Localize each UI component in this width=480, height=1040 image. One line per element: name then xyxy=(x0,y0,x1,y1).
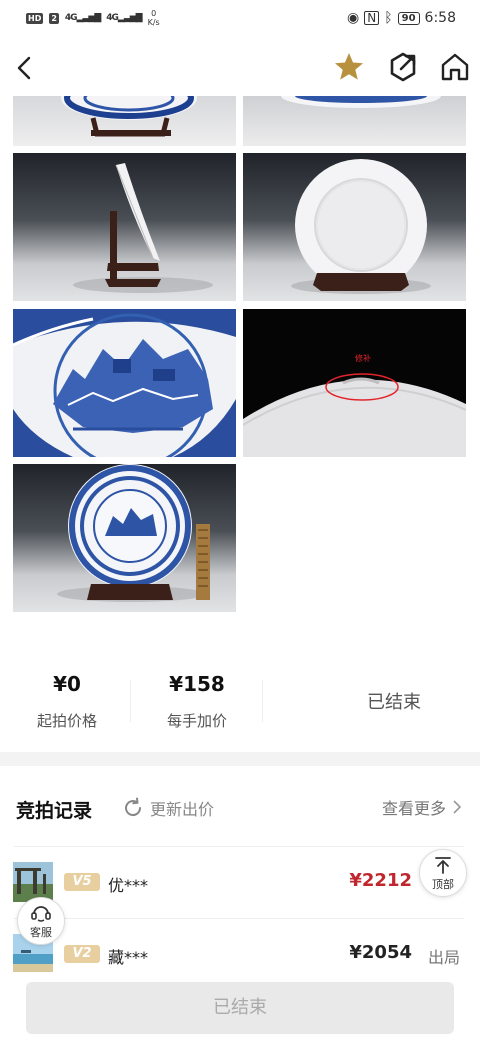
photo-plate-side[interactable] xyxy=(13,153,236,301)
start-price-label: 起拍价格 xyxy=(36,712,97,730)
status-bar: HD 2 4G▂▃▅▇ 4G▂▃▅▇ 0 K/s ◉ N ᛒ 90 6:58 xyxy=(0,0,480,36)
hd-badge: HD xyxy=(26,12,44,24)
chevron-left-icon[interactable] xyxy=(8,50,44,86)
photo-plate-center-detail[interactable] xyxy=(13,309,236,457)
net-speed-value: 0 xyxy=(151,9,157,18)
see-more-label: 查看更多 xyxy=(381,799,446,818)
bid-price: ¥2212 xyxy=(349,870,412,891)
headset-icon xyxy=(31,906,51,922)
back-to-top-label: 顶部 xyxy=(432,878,454,891)
bidder-name: 优*** xyxy=(108,876,149,895)
share-icon[interactable] xyxy=(386,50,420,84)
home-icon[interactable] xyxy=(438,50,472,84)
signal-icon-2: 4G▂▃▅▇ xyxy=(106,13,142,23)
start-price-value: ¥0 xyxy=(53,672,81,696)
auction-ended-button[interactable]: 已结束 xyxy=(26,982,454,1034)
start-price-block: ¥0 起拍价格 xyxy=(20,672,114,731)
see-more-link[interactable]: 查看更多 xyxy=(382,795,462,819)
divider xyxy=(14,846,464,847)
signal-label-2: 4G xyxy=(106,13,119,23)
sim-badge: 2 xyxy=(49,12,59,24)
net-speed: 0 K/s xyxy=(148,9,160,27)
bid-status: 出局 xyxy=(427,948,460,967)
refresh-bids-button[interactable]: 更新出价 xyxy=(122,796,214,820)
increment-label: 每手加价 xyxy=(166,712,227,730)
vip-level-badge: V5 xyxy=(64,873,100,891)
refresh-label: 更新出价 xyxy=(150,800,215,819)
bid-row: V5 优*** ¥2212 xyxy=(0,862,480,912)
photo-plate-with-ruler[interactable] xyxy=(13,464,236,612)
photo-plate-edge-top[interactable] xyxy=(243,96,466,146)
vip-level-badge: V2 xyxy=(64,945,100,963)
section-separator xyxy=(0,752,480,766)
photo-repair-mark[interactable]: 修补 xyxy=(243,309,466,457)
star-icon[interactable] xyxy=(332,50,366,84)
status-left: HD 2 4G▂▃▅▇ 4G▂▃▅▇ 0 K/s xyxy=(26,9,160,27)
back-to-top-button[interactable]: 顶部 xyxy=(419,849,467,897)
avatar xyxy=(13,862,53,902)
divider xyxy=(130,680,131,722)
increment-value: ¥158 xyxy=(169,672,225,696)
bid-records-title: 竞拍记录 xyxy=(16,800,93,822)
net-speed-unit: K/s xyxy=(147,18,160,27)
photo-plate-back[interactable] xyxy=(243,153,466,301)
clock: 6:58 xyxy=(424,10,456,26)
divider xyxy=(262,680,263,722)
bluetooth-icon: ᛒ xyxy=(384,10,393,26)
repair-annotation: 修补 xyxy=(355,353,371,363)
status-right: ◉ N ᛒ 90 6:58 xyxy=(347,10,456,26)
nfc-icon: N xyxy=(364,11,380,25)
auction-status: 已结束 xyxy=(367,692,421,713)
photo-plate-stand-top[interactable] xyxy=(13,96,236,146)
signal-icon-1: 4G▂▃▅▇ xyxy=(64,13,101,23)
bidder-name: 藏*** xyxy=(108,948,149,967)
bottom-bar: 已结束 xyxy=(0,972,480,1040)
customer-service-label: 客服 xyxy=(30,926,52,939)
divider xyxy=(14,918,464,919)
battery-icon: 90 xyxy=(397,11,420,25)
customer-service-button[interactable]: 客服 xyxy=(17,897,65,945)
refresh-icon xyxy=(125,797,142,817)
bid-price: ¥2054 xyxy=(349,942,412,963)
increment-block: ¥158 每手加价 xyxy=(150,672,244,731)
nav-bar xyxy=(0,42,480,92)
arrow-up-icon xyxy=(435,857,451,874)
eye-icon: ◉ xyxy=(347,10,360,26)
signal-label-1: 4G xyxy=(64,13,78,23)
chevron-right-icon xyxy=(453,800,462,814)
